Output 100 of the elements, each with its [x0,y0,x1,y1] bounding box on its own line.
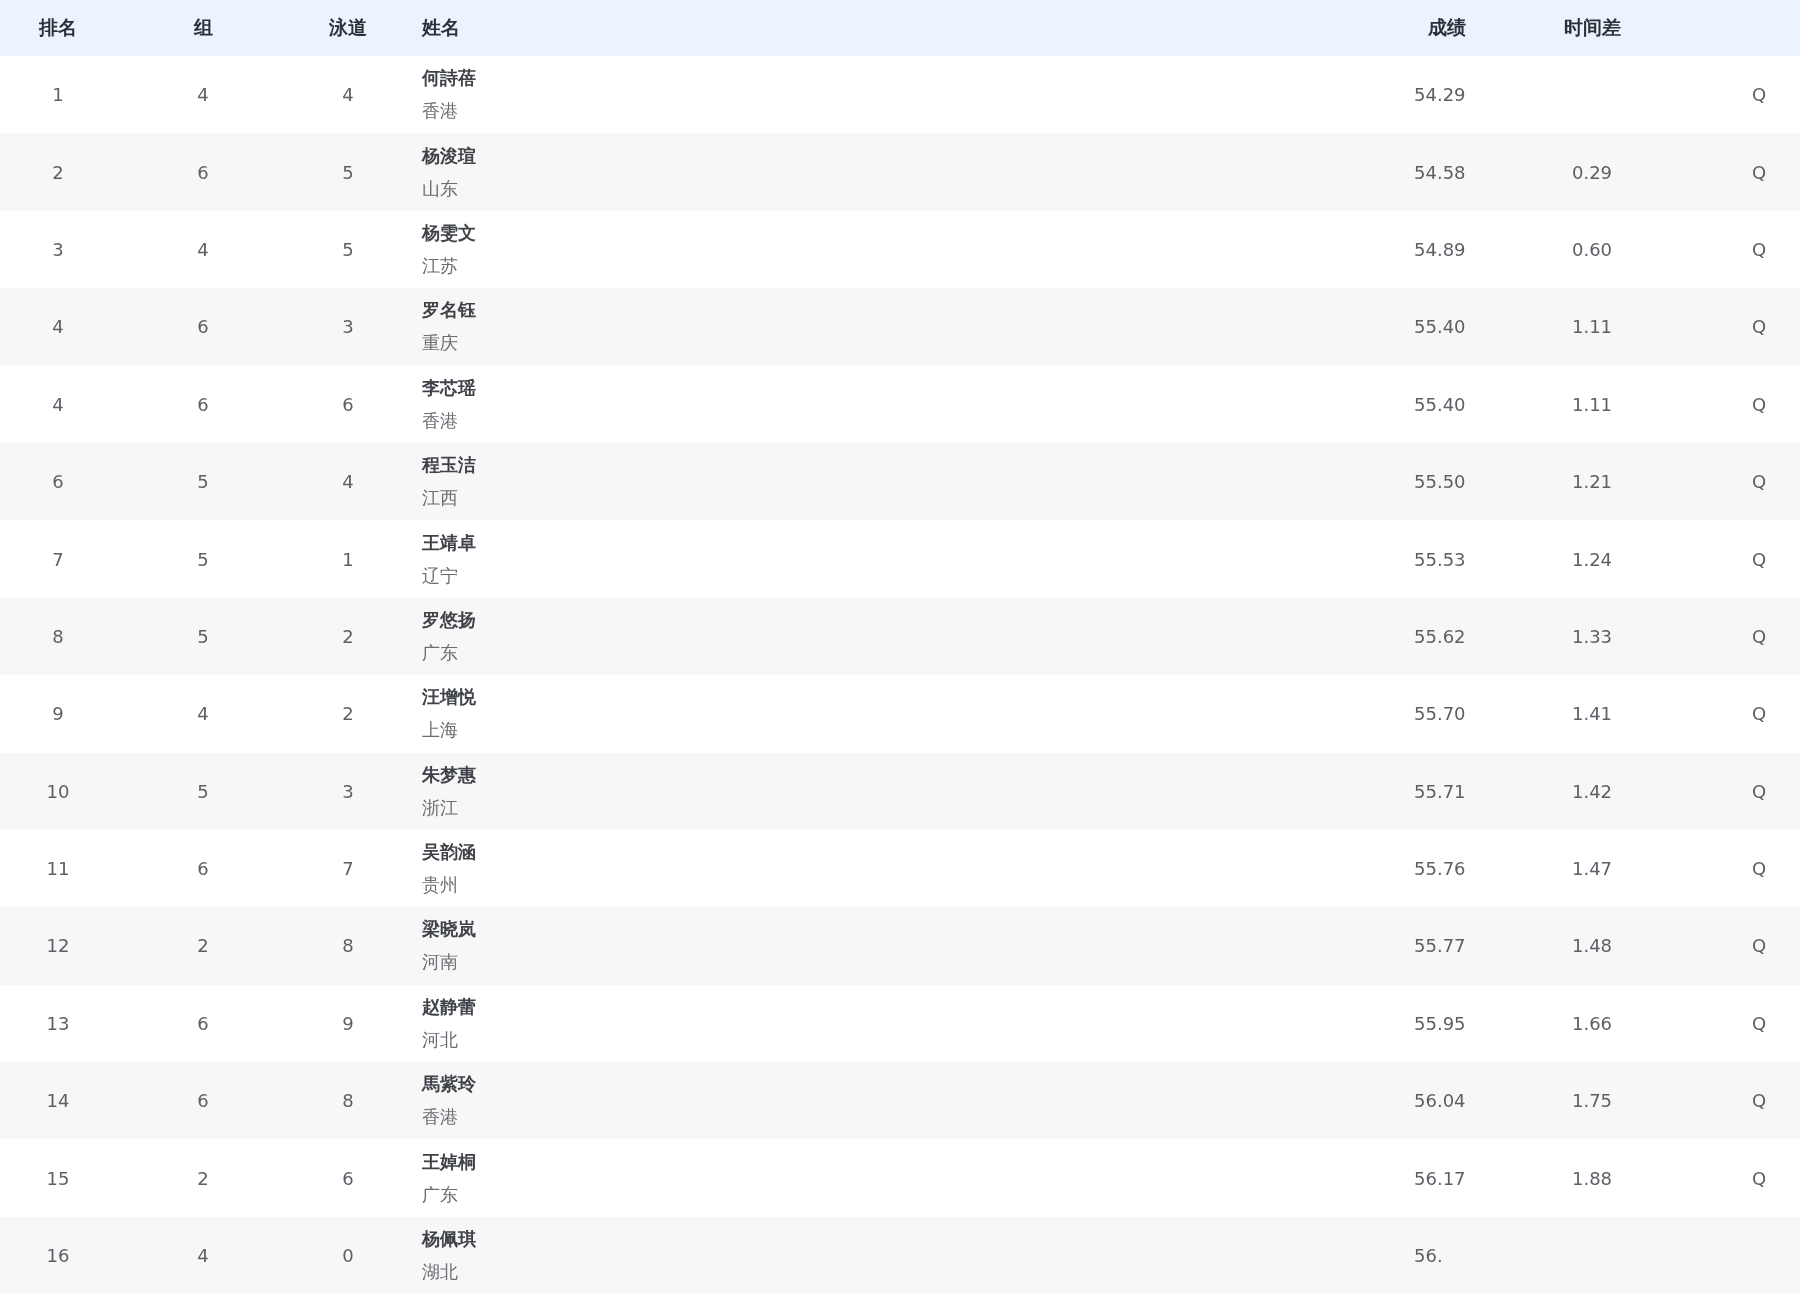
result-cell-text: 55.40 [1413,393,1466,415]
team-name: 广东 [422,640,458,665]
time-diff-cell: 1.41 [1571,703,1613,725]
athlete-name: 杨浚瑄 [422,143,476,168]
team-name: 香港 [422,1105,458,1130]
column-header: 时间差 [1562,15,1622,40]
time-diff-cell: 1.21 [1571,471,1613,493]
rank-cell-text: 3 [51,238,65,260]
result-cell-text: 55.70 [1413,703,1466,725]
rank-cell-text: 14 [45,1090,71,1112]
qualifier-mark: Q [1751,1090,1767,1112]
group-cell-text: 6 [196,161,210,183]
athlete-name: 赵静蕾 [422,994,476,1019]
result-cell-text: 54.58 [1413,161,1466,183]
rank-cell-text: 7 [51,548,65,570]
group-cell-text: 6 [196,393,210,415]
athlete-name: 馬紫玲 [422,1072,476,1097]
lane-cell-text: 8 [341,1090,355,1112]
column-header: 成绩 [1427,15,1466,40]
group-cell-text: 2 [196,1167,210,1189]
result-cell-text: 55.53 [1413,548,1466,570]
team-name: 辽宁 [422,563,458,588]
lane-cell-text: 5 [341,238,355,260]
athlete-name: 汪增悦 [422,685,476,710]
qualifier-mark: Q [1751,935,1767,957]
lane-cell-text: 9 [341,1012,355,1034]
result-cell-text: 54.89 [1413,238,1466,260]
group-cell-text: 4 [196,703,210,725]
team-name: 重庆 [422,331,458,356]
rank-cell-text: 15 [45,1167,71,1189]
qualifier-mark: Q [1751,393,1767,415]
lane-cell-text: 4 [341,471,355,493]
qualifier-mark: Q [1751,1167,1767,1189]
result-cell-text: 56.17 [1413,1167,1466,1189]
column-header: 姓名 [420,15,461,40]
lane-cell-text: 2 [341,703,355,725]
lane-cell-text: 2 [341,625,355,647]
athlete-name: 罗名钰 [422,298,476,323]
qualifier-mark: Q [1751,316,1767,338]
group-cell-text: 6 [196,858,210,880]
team-name: 香港 [422,99,458,124]
rank-cell-text: 16 [45,1245,71,1267]
time-diff-cell: 0.60 [1571,238,1613,260]
group-cell-text: 2 [196,935,210,957]
lane-cell-text: 7 [341,858,355,880]
qualifier-mark: Q [1751,548,1767,570]
team-name: 香港 [422,408,458,433]
qualifier-mark: Q [1751,625,1767,647]
column-header: 泳道 [328,15,368,40]
group-cell-text: 5 [196,471,210,493]
lane-cell-text: 0 [341,1245,355,1267]
athlete-name: 朱梦惠 [422,762,476,787]
team-name: 河北 [422,1027,458,1052]
time-diff-cell: 0.29 [1571,161,1613,183]
time-diff-cell: 1.48 [1571,935,1613,957]
qualifier-mark: Q [1751,84,1767,106]
group-cell-text: 4 [196,84,210,106]
result-cell-text: 55.40 [1413,316,1466,338]
rank-cell-text: 10 [45,780,71,802]
team-name: 湖北 [422,1260,458,1285]
rank-cell-text: 13 [45,1012,71,1034]
lane-cell-text: 8 [341,935,355,957]
qualifier-mark: Q [1751,780,1767,802]
lane-cell-text: 4 [341,84,355,106]
athlete-name: 王靖卓 [422,530,476,555]
lane-cell-text: 5 [341,161,355,183]
rank-cell-text: 2 [51,161,65,183]
rank-cell-text: 9 [51,703,65,725]
rank-cell-text: 1 [51,84,65,106]
time-diff-cell: 1.88 [1571,1167,1613,1189]
team-name: 广东 [422,1182,458,1207]
athlete-name: 杨雯文 [422,220,476,245]
time-diff-cell: 1.24 [1571,548,1613,570]
rank-cell-text: 8 [51,625,65,647]
athlete-name: 李芯瑶 [422,375,476,400]
group-cell-text: 5 [196,548,210,570]
lane-cell-text: 3 [341,316,355,338]
team-name: 山东 [422,176,458,201]
time-diff-cell: 1.75 [1571,1090,1613,1112]
team-name: 江西 [422,486,458,511]
athlete-name: 何詩蓓 [422,66,476,91]
result-cell-text: 56. [1413,1245,1444,1267]
result-cell-text: 56.04 [1413,1090,1466,1112]
time-diff-cell: 1.47 [1571,858,1613,880]
team-name: 贵州 [422,873,458,898]
athlete-name: 吴韵涵 [422,840,476,865]
group-cell-text: 6 [196,1090,210,1112]
qualifier-mark: Q [1751,471,1767,493]
qualifier-mark: Q [1751,238,1767,260]
column-header: 组 [192,15,214,40]
result-cell-text: 54.29 [1413,84,1466,106]
athlete-name: 罗悠扬 [422,607,476,632]
rank-cell-text: 6 [51,471,65,493]
group-cell-text: 6 [196,316,210,338]
time-diff-cell: 1.66 [1571,1012,1613,1034]
team-name: 河南 [422,950,458,975]
group-cell-text: 6 [196,1012,210,1034]
athlete-name: 杨佩琪 [422,1227,476,1252]
lane-cell-text: 6 [341,393,355,415]
group-cell-text: 5 [196,780,210,802]
